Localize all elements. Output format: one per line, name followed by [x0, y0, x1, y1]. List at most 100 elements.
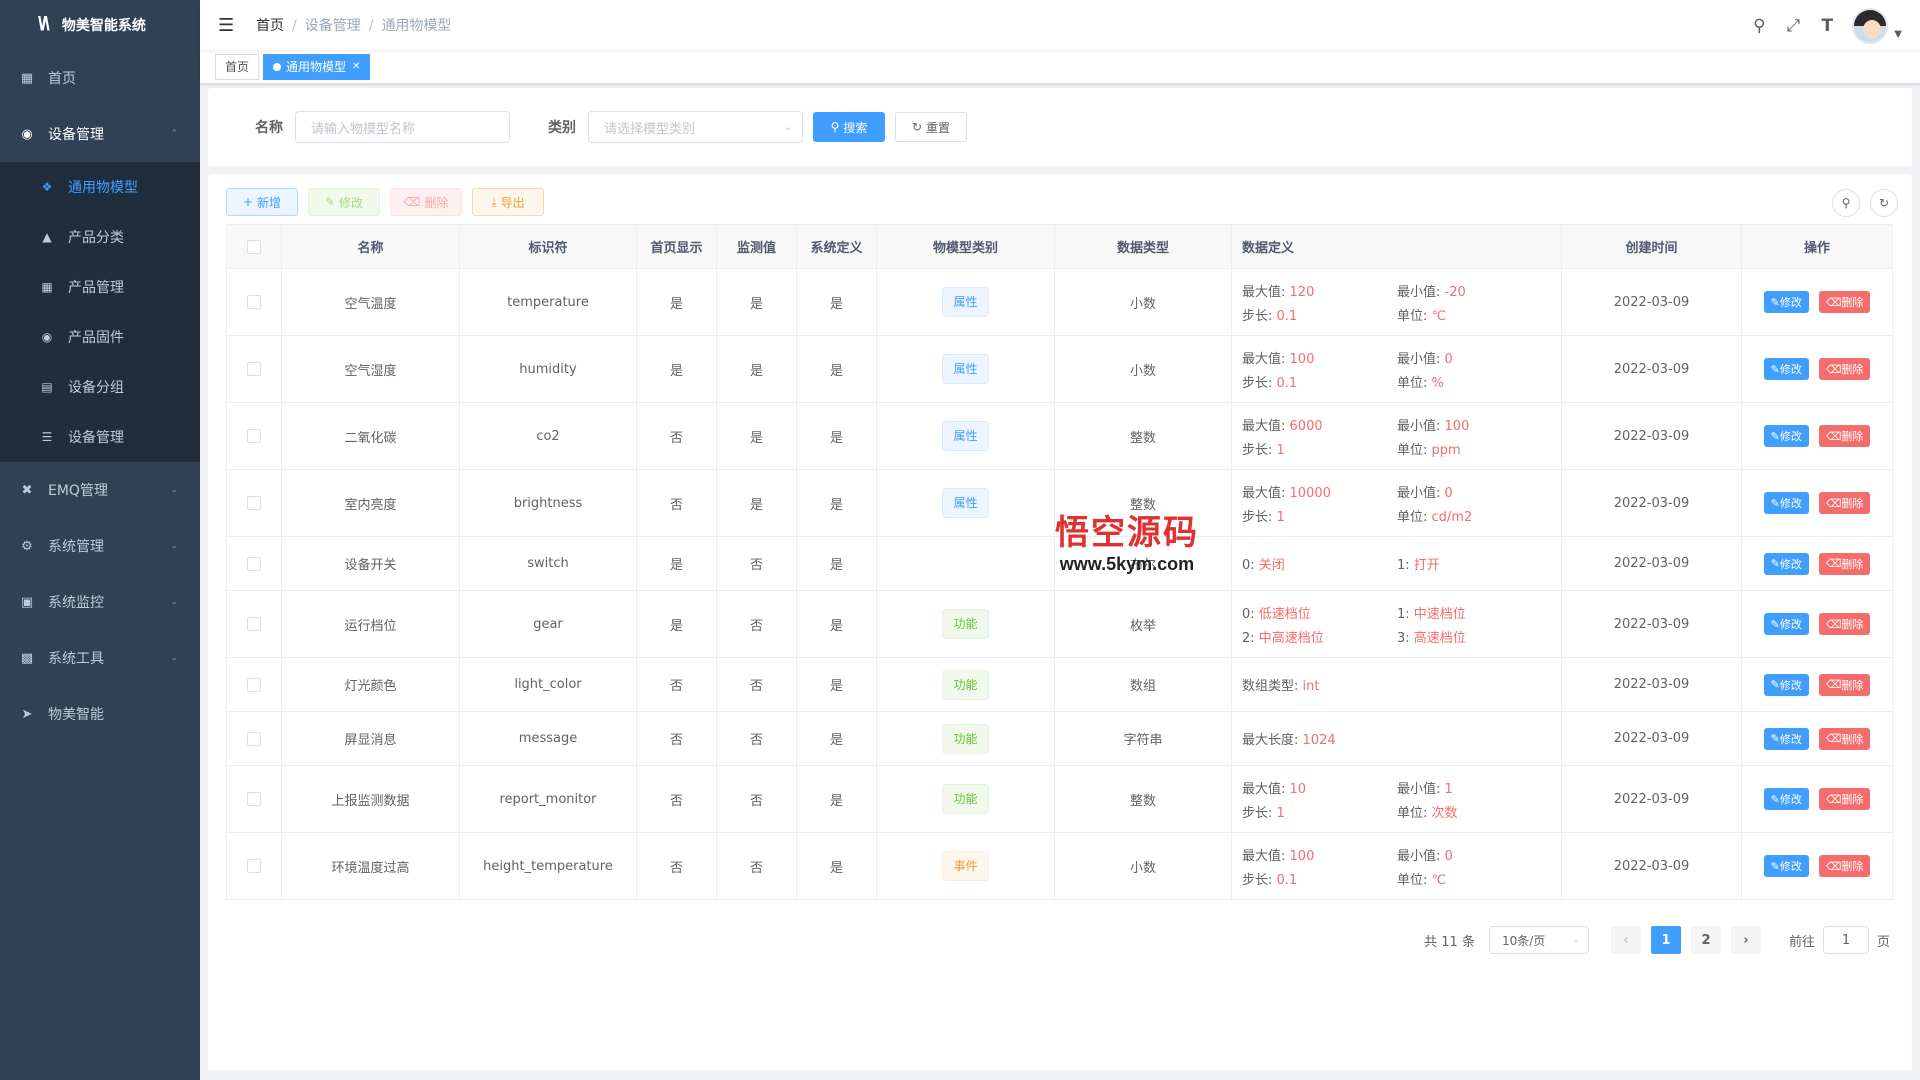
row-edit-button[interactable]: ✎ 修改 — [1763, 291, 1809, 313]
sidebar-item-emq[interactable]: ✖ EMQ管理 ⌄ — [0, 462, 200, 518]
prev-page-button[interactable]: ‹ — [1610, 926, 1641, 954]
trash-icon: ⌫ — [1825, 295, 1842, 309]
row-delete-button[interactable]: ⌫ 删除 — [1818, 613, 1871, 635]
fullscreen-icon[interactable]: ⤢ — [1776, 16, 1810, 36]
cell-category: 属性 — [876, 469, 1055, 537]
cell-identifier: light_color — [459, 657, 637, 712]
sidebar-item-device-group[interactable]: ▤ 设备分组 — [0, 362, 200, 412]
tag-home[interactable]: 首页 — [215, 53, 260, 80]
type-label: 类别 — [548, 120, 576, 136]
tags-view: 首页 通用物模型 ✕ — [200, 50, 1920, 84]
row-checkbox[interactable] — [247, 792, 261, 806]
goto-input[interactable]: 1 — [1822, 926, 1869, 954]
add-button[interactable]: + 新增 — [226, 188, 298, 216]
edit-icon: ✎ — [1770, 557, 1780, 570]
breadcrumb-home[interactable]: 首页 — [256, 18, 284, 34]
export-button[interactable]: ⤓ 导出 — [472, 188, 544, 216]
sidebar-item-product-mgmt[interactable]: ▦ 产品管理 — [0, 262, 200, 312]
page-2[interactable]: 2 — [1690, 926, 1721, 954]
row-checkbox[interactable] — [247, 731, 261, 746]
row-edit-button[interactable]: ✎ 修改 — [1763, 855, 1809, 877]
type-select[interactable]: 请选择模型类别 ⌄ — [588, 111, 803, 143]
def-item: 最小值: 100 — [1397, 418, 1470, 434]
search-icon[interactable]: ⚲ — [1742, 16, 1776, 36]
next-page-button[interactable]: › — [1730, 926, 1761, 954]
edit-icon: ✎ — [1770, 429, 1780, 443]
cell-name: 室内亮度 — [281, 469, 460, 537]
table-row: 空气湿度 humidity 是是是属性 小数 最大值: 100 最小值: 0 步长: 0.1… — [226, 335, 1893, 403]
def-item: 单位: ppm — [1397, 442, 1461, 458]
hamburger-icon[interactable]: ☰ — [218, 15, 234, 36]
tag-thing-model[interactable]: 通用物模型 ✕ — [263, 53, 371, 80]
cell-actions: ✎ 修改 ⌫ 删除 — [1741, 765, 1893, 833]
sidebar-item-wumei[interactable]: ➤ 物美智能 — [0, 686, 200, 742]
category-tag: 功能 — [942, 784, 989, 814]
name-input[interactable]: 请输入物模型名称 — [295, 111, 510, 143]
row-delete-button[interactable]: ⌫ 删除 — [1818, 552, 1871, 575]
row-edit-button[interactable]: ✎ 修改 — [1763, 613, 1809, 635]
cell-actions: ✎ 修改 ⌫ 删除 — [1741, 657, 1893, 712]
sidebar-item-tools[interactable]: ▩ 系统工具 ⌄ — [0, 630, 200, 686]
sidebar-item-product-category[interactable]: ▲ 产品分类 — [0, 212, 200, 262]
cell-created: 2022-03-09 — [1561, 590, 1742, 658]
row-edit-button[interactable]: ✎ 修改 — [1763, 425, 1809, 447]
row-edit-button[interactable]: ✎ 修改 — [1763, 492, 1809, 514]
sidebar-item-firmware[interactable]: ◉ 产品固件 — [0, 312, 200, 362]
row-delete-button[interactable]: ⌫ 删除 — [1818, 291, 1871, 313]
sidebar-item-home[interactable]: ▦ 首页 — [0, 50, 200, 106]
cell-actions: ✎ 修改 ⌫ 删除 — [1741, 402, 1893, 470]
row-checkbox[interactable] — [247, 295, 261, 309]
edit-button[interactable]: ✎ 修改 — [308, 188, 380, 216]
caret-down-icon[interactable]: ▼ — [1894, 29, 1902, 40]
trash-icon: ⌫ — [1825, 792, 1842, 806]
page-size-select[interactable]: 10条/页 ⌄ — [1488, 926, 1589, 954]
sidebar-item-thing-model[interactable]: ❖ 通用物模型 — [0, 162, 200, 212]
def-item: 最大长度: 1024 — [1242, 733, 1336, 748]
col-data-type: 数据类型 — [1054, 224, 1232, 269]
sidebar-item-device-mgmt[interactable]: ◉ 设备管理 ⌃ — [0, 106, 200, 162]
monitor-icon: ▣ — [20, 594, 34, 610]
row-delete-button[interactable]: ⌫ 删除 — [1818, 425, 1871, 447]
avatar[interactable] — [1852, 8, 1889, 44]
row-delete-button[interactable]: ⌫ 删除 — [1818, 855, 1871, 877]
toggle-search-button[interactable]: ⚲ — [1832, 189, 1860, 217]
reset-button[interactable]: ↻ 重置 — [895, 112, 967, 142]
sidebar-item-device-list[interactable]: ☰ 设备管理 — [0, 412, 200, 462]
row-edit-button[interactable]: ✎ 修改 — [1763, 727, 1809, 750]
row-delete-button[interactable]: ⌫ 删除 — [1818, 788, 1871, 810]
select-all-checkbox[interactable] — [247, 239, 261, 254]
breadcrumb-current: 通用物模型 — [381, 18, 452, 34]
row-edit-button[interactable]: ✎ 修改 — [1763, 552, 1809, 575]
cell-home-display: 是 — [636, 335, 717, 403]
sidebar-item-monitor[interactable]: ▣ 系统监控 ⌄ — [0, 574, 200, 630]
row-edit-button[interactable]: ✎ 修改 — [1763, 358, 1809, 380]
row-delete-button[interactable]: ⌫ 删除 — [1818, 358, 1871, 380]
row-checkbox[interactable] — [247, 429, 261, 443]
row-checkbox[interactable] — [247, 677, 261, 692]
row-edit-button[interactable]: ✎ 修改 — [1763, 673, 1809, 696]
row-checkbox[interactable] — [247, 617, 261, 631]
font-size-icon[interactable]: T — [1810, 16, 1844, 36]
row-checkbox[interactable] — [247, 496, 261, 510]
row-checkbox[interactable] — [247, 556, 261, 571]
page-1[interactable]: 1 — [1650, 926, 1681, 954]
close-icon[interactable]: ✕ — [352, 61, 360, 72]
row-edit-button[interactable]: ✎ 修改 — [1763, 788, 1809, 810]
row-delete-button[interactable]: ⌫ 删除 — [1818, 727, 1871, 750]
cell-monitor: 否 — [716, 657, 797, 712]
refresh-button[interactable]: ↻ — [1870, 189, 1898, 217]
search-button[interactable]: ⚲ 搜索 — [813, 112, 885, 142]
trash-icon: ⌫ — [1825, 496, 1842, 510]
brand[interactable]: \/\ 物美智能系统 — [0, 0, 200, 50]
delete-button[interactable]: ⌫ 删除 — [390, 188, 462, 216]
row-delete-button[interactable]: ⌫ 删除 — [1818, 673, 1871, 696]
breadcrumb-device[interactable]: 设备管理 — [305, 18, 361, 34]
row-delete-button[interactable]: ⌫ 删除 — [1818, 492, 1871, 514]
row-checkbox[interactable] — [247, 362, 261, 376]
row-checkbox[interactable] — [247, 859, 261, 873]
search-form: 名称 请输入物模型名称 类别 请选择模型类别 ⌄ ⚲ 搜索 ↻ 重置 — [208, 88, 1912, 166]
cell-system: 是 — [796, 402, 877, 470]
sidebar-item-system[interactable]: ⚙ 系统管理 ⌄ — [0, 518, 200, 574]
col-actions: 操作 — [1741, 224, 1893, 269]
dashboard-icon: ▦ — [20, 70, 34, 86]
